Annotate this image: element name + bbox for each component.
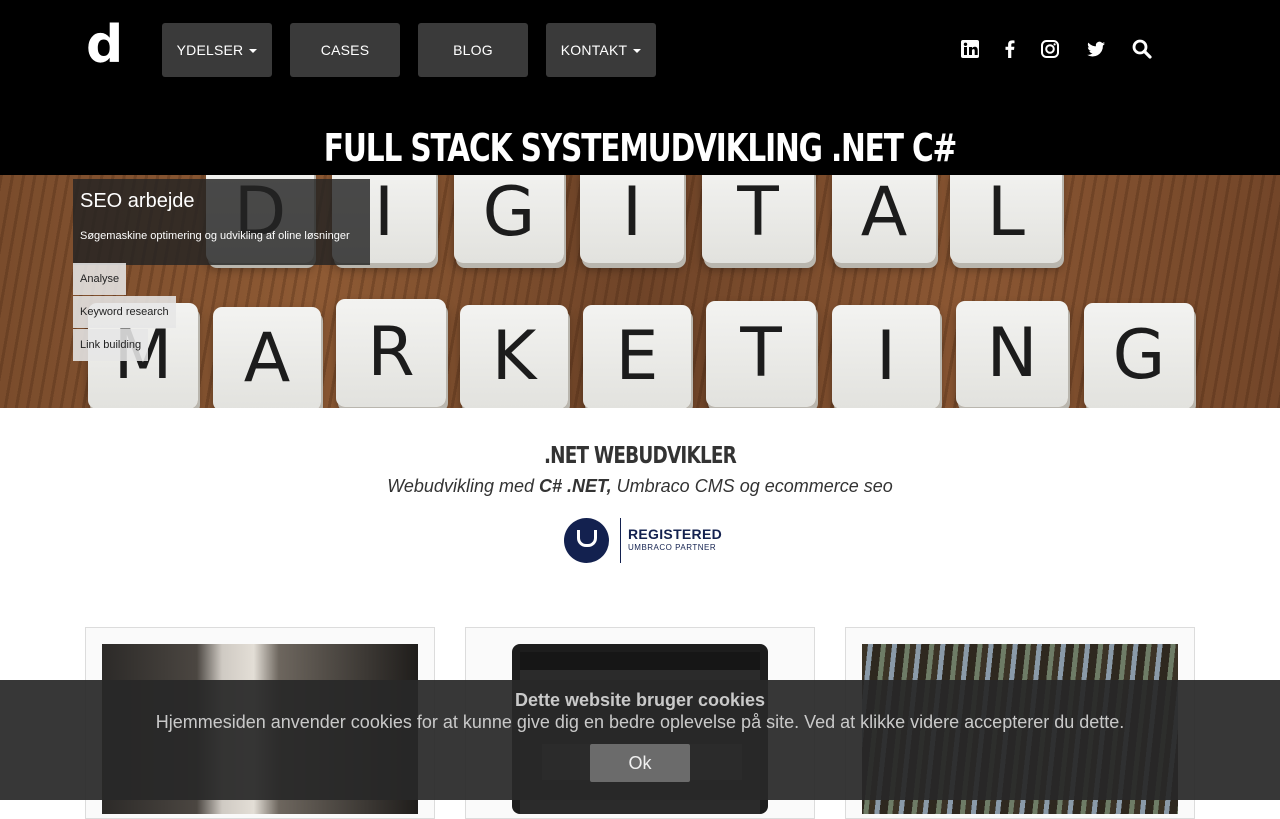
page-title: FULL STACK SYSTEMUDVIKLING .NET C# [323,126,958,170]
tag-analyse[interactable]: Analyse [73,263,127,295]
badge-registered: REGISTERED [628,526,723,542]
subtitle-bold: C# .NET, [538,476,612,496]
badge-divider [620,518,621,563]
letter-tile: T [702,175,814,263]
letter-tile: A [832,175,936,263]
cookie-accept-button[interactable]: Ok [590,744,690,782]
caret-down-icon [633,49,642,54]
site-header: d YDELSER CASES BLOG KONTAKT FULL STACK … [0,0,1280,175]
nav-ydelser[interactable]: YDELSER [162,23,272,77]
linkedin-icon[interactable] [959,38,981,60]
letter-tile: G [454,175,564,263]
nav-cases[interactable]: CASES [290,23,400,77]
umbraco-logo-icon [564,518,609,563]
letter-tile: K [460,305,568,408]
letter-tile: G [1084,303,1194,408]
instagram-icon[interactable] [1039,38,1061,60]
umbraco-partner-badge: REGISTERED UMBRACO PARTNER [564,516,724,564]
subtitle-prefix: Webudvikling med [387,476,539,496]
letter-tile: A [213,307,321,408]
nav-cases-label: CASES [320,42,370,58]
section-title: .NET WEBUDVIKLER [543,443,737,469]
nav-kontakt[interactable]: KONTAKT [546,23,656,77]
cookie-banner: Dette website bruger cookies Hjemmesiden… [0,680,1280,800]
caret-down-icon [249,49,258,54]
nav-kontakt-label: KONTAKT [560,42,628,58]
cookie-title: Dette website bruger cookies [514,690,766,710]
letter-tile: I [832,305,940,408]
letter-tile: T [706,301,816,407]
tag-keyword-research[interactable]: Keyword research [73,296,176,328]
subtitle-suffix: Umbraco CMS og ecommerce seo [611,476,893,496]
badge-partner: UMBRACO PARTNER [628,543,717,552]
letter-tile: E [583,305,691,408]
twitter-icon[interactable] [1085,38,1107,60]
search-icon[interactable] [1131,38,1153,60]
letter-tile: L [950,175,1062,263]
site-logo[interactable]: d [86,19,123,71]
cookie-text: Hjemmesiden anvender cookies for at kunn… [155,712,1125,732]
section-subtitle: Webudvikling med C# .NET, Umbraco CMS og… [0,476,1280,497]
tag-link-building[interactable]: Link building [73,329,149,361]
facebook-icon[interactable] [999,38,1021,60]
seo-title: SEO arbejde [80,190,195,212]
nav-ydelser-label: YDELSER [176,42,244,58]
letter-tile: N [956,301,1068,407]
nav-blog[interactable]: BLOG [418,23,528,77]
nav-blog-label: BLOG [453,42,493,58]
seo-subtitle: Søgemaskine optimering og udvikling af o… [80,230,350,242]
letter-tile: R [336,299,446,407]
letter-tile: I [580,175,684,263]
